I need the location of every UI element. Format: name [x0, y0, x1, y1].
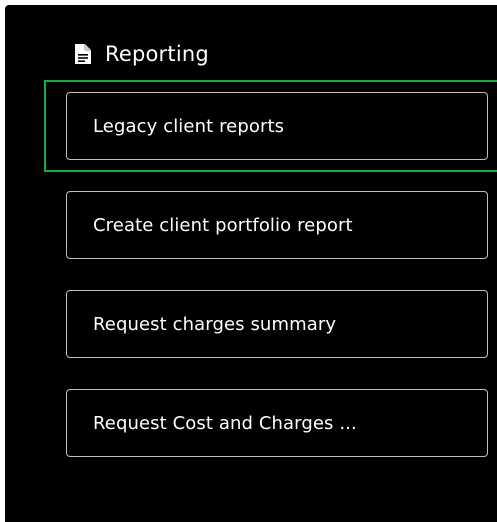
document-icon [75, 44, 91, 64]
menu-item-label: Legacy client reports [93, 115, 285, 137]
reporting-header: Reporting [74, 40, 209, 68]
menu-item-label: Request charges summary [93, 313, 337, 335]
legacy-client-reports-button[interactable]: Legacy client reports [66, 92, 488, 160]
section-title: Reporting [105, 42, 209, 66]
menu-item-label: Create client portfolio report [93, 214, 353, 236]
menu-item-label: Request Cost and Charges ... [93, 412, 357, 434]
request-charges-summary-button[interactable]: Request charges summary [66, 290, 488, 358]
request-cost-and-charges-button[interactable]: Request Cost and Charges ... [66, 389, 488, 457]
create-client-portfolio-report-button[interactable]: Create client portfolio report [66, 191, 488, 259]
